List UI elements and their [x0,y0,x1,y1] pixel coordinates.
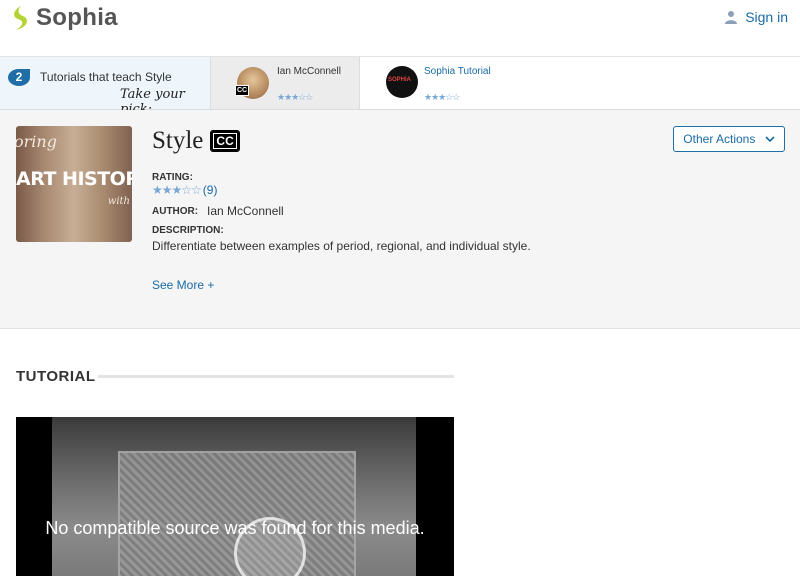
user-icon [725,11,738,24]
thumbnail-text: SOPHIA [388,77,412,83]
tutorial-count-panel: 2 Tutorials that teach Style Take your p… [0,57,211,117]
tutorial-card[interactable]: SOPHIA Sophia Tutorial ★★★☆☆ [360,57,800,109]
cover-text: with [107,196,130,207]
closed-caption-icon: CC [210,130,240,152]
rating-count-link[interactable]: (9) [203,183,218,197]
author-label: AUTHOR: [152,206,199,217]
tutorial-title: Style CC [152,127,240,155]
video-poster [52,417,416,576]
brand-name: Sophia [36,4,118,31]
rating-label: RATING: [152,172,193,183]
star-rating: ★★★☆☆ [152,183,202,197]
tutorial-author-link[interactable]: Sophia Tutorial [424,66,491,77]
description-text: Differentiate between examples of period… [152,239,531,253]
cover-text: oring [16,132,57,151]
author-name: Ian McConnell [207,204,284,218]
page-title: Style [152,127,204,154]
section-divider [98,375,454,378]
video-error-message: No compatible source was found for this … [45,518,425,538]
video-player[interactable]: No compatible source was found for this … [16,417,454,576]
tutorial-author: Ian McConnell [277,66,341,77]
other-actions-label: Other Actions [683,132,756,146]
sign-in-label: Sign in [745,9,788,25]
tutorial-count-badge: 2 [8,69,30,86]
tutorial-picker-strip: 2 Tutorials that teach Style Take your p… [0,57,800,117]
tutorial-cover-image: oring ART HISTORY with [16,126,132,242]
cover-title: ART HISTORY [16,168,132,190]
tutorial-thumbnail: SOPHIA [386,66,418,98]
rating: ★★★☆☆ (9) [152,183,217,197]
section-heading: TUTORIAL [16,368,96,385]
description-label: DESCRIPTION: [152,225,224,236]
see-more-link[interactable]: See More + [152,278,214,292]
star-rating: ★★★☆☆ [424,92,460,102]
site-header: Sophia Sign in [0,0,800,57]
sign-in-link[interactable]: Sign in [725,9,788,25]
tutorial-info-panel: oring ART HISTORY with Style CC Other Ac… [0,110,800,329]
star-rating: ★★★☆☆ [277,92,313,102]
cc-icon: CC [235,85,250,96]
chevron-down-icon [765,136,775,143]
tutorial-count-label: Tutorials that teach Style [40,70,172,84]
sophia-leaf-icon [14,6,28,30]
sophia-logo[interactable]: Sophia [10,4,118,32]
other-actions-button[interactable]: Other Actions [673,126,785,152]
tutorial-card-selected[interactable]: CC Ian McConnell ★★★☆☆ [211,57,360,109]
